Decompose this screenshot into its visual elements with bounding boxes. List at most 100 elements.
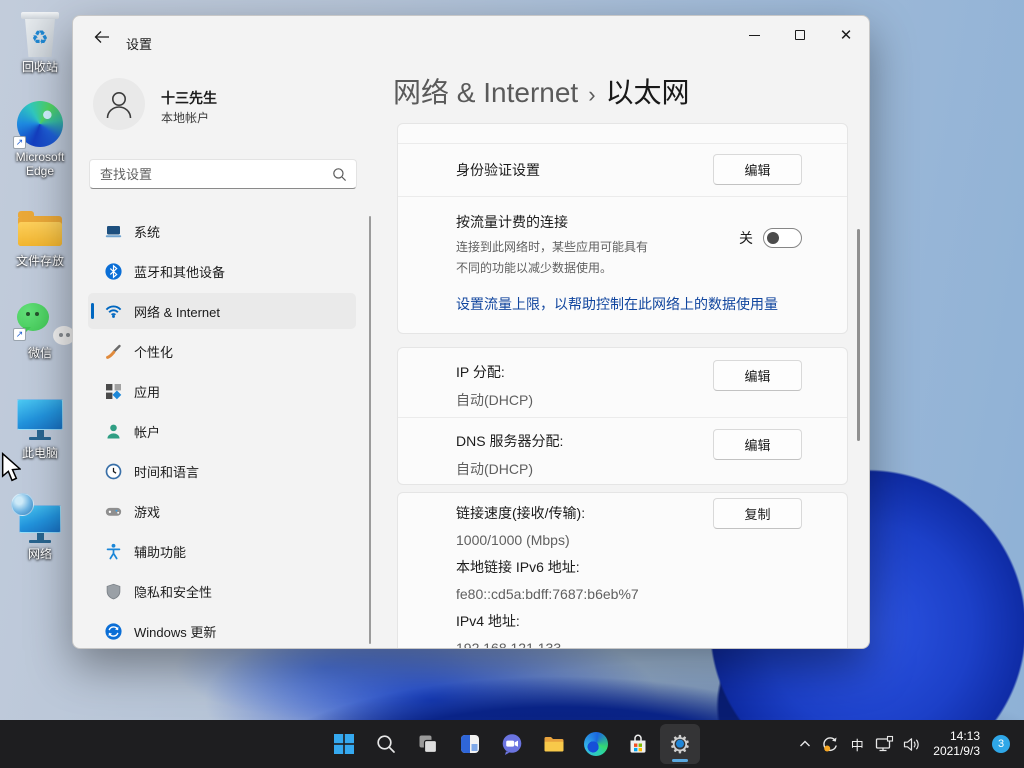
auth-edit-button[interactable]: 编辑	[713, 154, 802, 185]
desktop-icon-wechat[interactable]: ↗ 微信	[4, 303, 76, 360]
maximize-button[interactable]	[777, 16, 823, 54]
data-limit-link[interactable]: 设置流量上限，以帮助控制在此网络上的数据使用量	[456, 294, 778, 314]
task-view-button[interactable]	[408, 724, 448, 764]
sidebar-item-personalization[interactable]: 个性化	[88, 333, 356, 369]
desktop-icon-label: 网络	[27, 547, 52, 561]
back-arrow-icon	[94, 31, 109, 43]
account-icon	[105, 423, 122, 440]
system-icon	[105, 223, 122, 240]
ip-assignment-label: IP 分配:	[456, 364, 505, 380]
sidebar-item-label: 蓝牙和其他设备	[134, 264, 226, 280]
taskbar: ⚙ 中	[0, 720, 1024, 768]
sidebar-item-apps[interactable]: 应用	[88, 373, 356, 409]
back-button[interactable]	[87, 24, 117, 50]
breadcrumb: 网络 & Internet › 以太网	[393, 76, 690, 112]
avatar	[93, 78, 145, 130]
tray-volume-button[interactable]	[902, 736, 921, 753]
ip-assignment-value: 自动(DHCP)	[456, 392, 533, 408]
ip-edit-button[interactable]: 编辑	[713, 360, 802, 391]
gear-icon: ⚙	[666, 730, 694, 758]
ime-indicator[interactable]: 中	[847, 735, 867, 754]
tray-update-button[interactable]	[821, 735, 839, 753]
sidebar-item-windows-update[interactable]: Windows 更新	[88, 613, 356, 648]
update-icon	[105, 622, 122, 640]
sidebar-item-label: 个性化	[134, 344, 174, 360]
folder-icon	[18, 211, 62, 246]
apps-icon	[105, 383, 122, 400]
store-button[interactable]	[618, 724, 658, 764]
sidebar-item-label: 时间和语言	[134, 464, 200, 480]
sidebar-item-time-language[interactable]: 时间和语言	[88, 453, 356, 489]
mouse-cursor	[1, 452, 21, 482]
content-scrollbar[interactable]	[857, 229, 860, 441]
file-explorer-button[interactable]	[534, 724, 574, 764]
search-box	[89, 159, 357, 189]
restart-update-icon	[823, 737, 838, 752]
shortcut-arrow-icon: ↗	[13, 328, 26, 341]
clock-icon	[105, 463, 122, 480]
chevron-up-icon	[800, 740, 811, 747]
sidebar-item-network-internet[interactable]: 网络 & Internet	[88, 293, 356, 329]
notification-badge[interactable]: 3	[992, 735, 1010, 753]
desktop-icon-files[interactable]: 文件存放	[4, 211, 76, 268]
edge-icon	[584, 732, 608, 756]
ipv4-label: IPv4 地址:	[456, 613, 520, 629]
desktop-icon-network[interactable]: 网络	[4, 493, 76, 561]
sidebar-item-gaming[interactable]: 游戏	[88, 493, 356, 529]
maximize-icon	[795, 30, 805, 40]
desktop-icon-edge[interactable]: ↗ Microsoft Edge	[4, 101, 76, 178]
sidebar-item-bluetooth-devices[interactable]: 蓝牙和其他设备	[88, 253, 356, 289]
desktop-icon-recycle-bin[interactable]: ♻ 回收站	[4, 12, 76, 74]
ipv6-label: 本地链接 IPv6 地址:	[456, 559, 580, 575]
search-icon	[333, 168, 347, 182]
copy-button[interactable]: 复制	[713, 498, 802, 529]
person-icon	[106, 92, 132, 119]
sidebar-item-label: 网络 & Internet	[134, 304, 220, 320]
dns-edit-button[interactable]: 编辑	[713, 429, 802, 460]
minimize-button[interactable]	[731, 16, 777, 54]
desktop-icon-label: 回收站	[21, 60, 58, 74]
card-ip-dns: IP 分配: 自动(DHCP) 编辑 DNS 服务器分配: 自动(DHCP) 编…	[397, 347, 848, 485]
tray-clock[interactable]: 14:13 2021/9/3	[933, 729, 980, 759]
desktop-icon-label: Microsoft Edge	[15, 150, 65, 178]
start-button[interactable]	[324, 724, 364, 764]
close-icon: ✕	[839, 25, 853, 44]
chat-button[interactable]	[492, 724, 532, 764]
speaker-icon	[904, 737, 919, 751]
sidebar-item-accessibility[interactable]: 辅助功能	[88, 533, 356, 569]
widgets-button[interactable]	[450, 724, 490, 764]
breadcrumb-parent[interactable]: 网络 & Internet	[393, 77, 578, 108]
accessibility-icon	[105, 543, 122, 560]
sidebar-item-privacy-security[interactable]: 隐私和安全性	[88, 573, 356, 609]
sidebar-scrollbar[interactable]	[369, 216, 371, 644]
divider	[398, 143, 847, 144]
tray-chevron-button[interactable]	[797, 736, 813, 752]
metered-connection-description: 连接到此网络时，某些应用可能具有不同的功能以减少数据使用。	[456, 240, 649, 275]
edge-button[interactable]	[576, 724, 616, 764]
bluetooth-icon	[105, 262, 122, 280]
search-button[interactable]	[366, 724, 406, 764]
sidebar-item-system[interactable]: 系统	[88, 213, 356, 249]
card-ethernet-properties: 身份验证设置 编辑 按流量计费的连接 连接到此网络时，某些应用可能具有不同的功能…	[397, 123, 848, 334]
taskbar-center-icons: ⚙	[324, 724, 700, 764]
metered-toggle[interactable]	[763, 228, 802, 248]
sidebar-item-label: 辅助功能	[134, 544, 187, 560]
auth-settings-label: 身份验证设置	[456, 162, 540, 178]
folder-icon	[544, 737, 564, 752]
close-button[interactable]: ✕	[823, 16, 869, 54]
settings-button[interactable]: ⚙	[660, 724, 700, 764]
sidebar-item-accounts[interactable]: 帐户	[88, 413, 356, 449]
sidebar-item-label: 应用	[134, 384, 161, 400]
search-input[interactable]	[100, 160, 325, 188]
tray-network-button[interactable]	[875, 735, 894, 753]
sidebar-item-label: 帐户	[134, 424, 161, 440]
sidebar-item-label: 隐私和安全性	[134, 584, 213, 600]
metered-toggle-group: 关	[739, 228, 802, 248]
window-title: 设置	[126, 37, 153, 52]
task-view-icon	[419, 735, 438, 754]
minimize-icon	[748, 34, 760, 36]
search-icon	[377, 735, 395, 753]
windows-logo-icon	[334, 734, 354, 754]
sidebar-nav: 系统 蓝牙和其他设备 网络 & Internet 个性化 应用 帐户 时间和语言…	[88, 213, 356, 648]
desktop-icon-this-pc[interactable]: 此电脑	[4, 399, 76, 460]
